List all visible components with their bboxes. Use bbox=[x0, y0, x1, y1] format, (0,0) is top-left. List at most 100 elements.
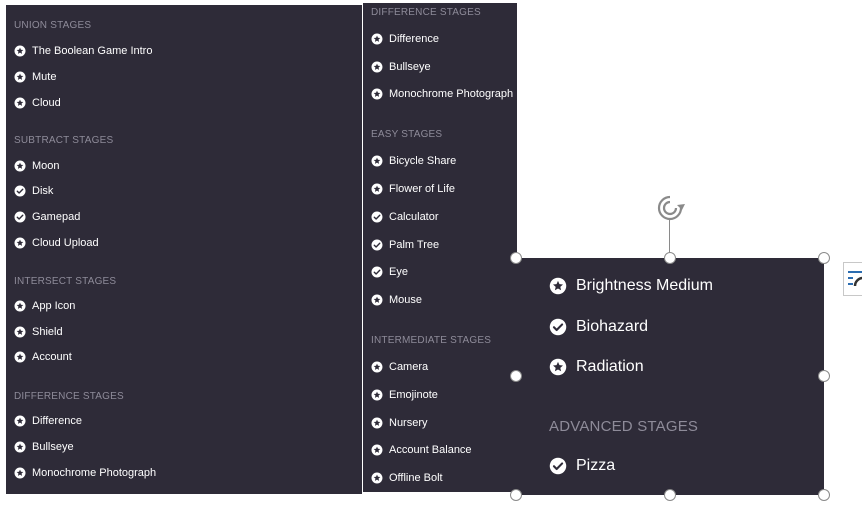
star-circle-icon bbox=[14, 300, 26, 312]
check-circle-icon bbox=[14, 185, 26, 197]
resize-handle-top-right[interactable] bbox=[818, 252, 830, 264]
stage-label: Disk bbox=[32, 185, 54, 197]
star-circle-icon bbox=[14, 326, 26, 338]
rotate-handle-icon[interactable] bbox=[655, 193, 685, 223]
resize-handle-right[interactable] bbox=[818, 370, 830, 382]
stage-label: Gamepad bbox=[32, 211, 81, 223]
star-circle-icon bbox=[371, 472, 383, 484]
stage-item[interactable]: Calculator bbox=[371, 210, 439, 224]
stage-item[interactable]: Difference bbox=[14, 414, 82, 428]
stage-label: Palm Tree bbox=[389, 239, 440, 251]
stage-item[interactable]: Radiation bbox=[549, 357, 644, 377]
star-circle-icon bbox=[371, 183, 383, 195]
star-circle-icon bbox=[371, 389, 383, 401]
layout-options-button[interactable] bbox=[843, 262, 862, 296]
stage-label: Mouse bbox=[389, 294, 423, 306]
star-circle-icon bbox=[14, 237, 26, 249]
star-circle-icon bbox=[371, 417, 383, 429]
star-circle-icon bbox=[371, 444, 383, 456]
star-circle-icon bbox=[549, 277, 567, 295]
stage-item[interactable]: Emojinote bbox=[371, 388, 438, 402]
resize-handle-bottom-right[interactable] bbox=[818, 489, 830, 501]
stage-list-panel-left: UNION STAGES The Boolean Game Intro Mute… bbox=[6, 5, 362, 494]
stage-item[interactable]: App Icon bbox=[14, 299, 75, 313]
stage-list-panel-middle: DIFFERENCE STAGES Difference Bullseye Mo… bbox=[363, 3, 517, 492]
stage-label: Monochrome Photograph bbox=[389, 88, 514, 100]
stage-label: Mute bbox=[32, 71, 57, 83]
stage-item[interactable]: Monochrome Photograph bbox=[371, 87, 513, 101]
star-circle-icon bbox=[14, 467, 26, 479]
intermediate-stages-heading: INTERMEDIATE STAGES bbox=[371, 335, 492, 346]
stage-item[interactable]: Eye bbox=[371, 265, 408, 279]
stage-item[interactable]: Difference bbox=[371, 32, 439, 46]
stage-label: Shield bbox=[32, 326, 63, 338]
stage-label: Offline Bolt bbox=[389, 472, 443, 484]
resize-handle-bottom-left[interactable] bbox=[510, 489, 522, 501]
stage-label: Emojinote bbox=[389, 389, 438, 401]
star-circle-icon bbox=[371, 361, 383, 373]
stage-label: Pizza bbox=[576, 457, 616, 474]
stage-item[interactable]: Monochrome Photograph bbox=[14, 466, 156, 480]
star-circle-icon bbox=[14, 441, 26, 453]
stage-item[interactable]: Mouse bbox=[371, 293, 422, 307]
stage-item[interactable]: Cloud bbox=[14, 96, 61, 110]
stage-label: Cloud bbox=[32, 97, 61, 109]
difference-stages-heading: DIFFERENCE STAGES bbox=[14, 391, 124, 402]
text-wrap-icon bbox=[848, 271, 862, 287]
resize-handle-bottom[interactable] bbox=[664, 489, 676, 501]
resize-handle-top[interactable] bbox=[664, 252, 676, 264]
star-circle-icon bbox=[14, 160, 26, 172]
easy-stages-heading: EASY STAGES bbox=[371, 129, 443, 140]
stage-item[interactable]: Cloud Upload bbox=[14, 236, 99, 250]
subtract-stages-heading: SUBTRACT STAGES bbox=[14, 135, 114, 146]
stage-item[interactable]: Palm Tree bbox=[371, 238, 439, 252]
check-circle-icon bbox=[549, 318, 567, 336]
stage-label: Difference bbox=[32, 415, 82, 427]
stage-label: Account Balance bbox=[389, 444, 472, 456]
stage-item[interactable]: Mute bbox=[14, 70, 56, 84]
check-circle-icon bbox=[371, 211, 383, 223]
stage-item[interactable]: Account Balance bbox=[371, 443, 472, 457]
stage-label: Eye bbox=[389, 266, 408, 278]
stage-label: Bicycle Share bbox=[389, 155, 457, 167]
stage-item[interactable]: Pizza bbox=[549, 456, 615, 476]
check-circle-icon bbox=[371, 239, 383, 251]
stage-item[interactable]: Disk bbox=[14, 184, 53, 198]
stage-label: Monochrome Photograph bbox=[32, 467, 157, 479]
check-circle-icon bbox=[14, 211, 26, 223]
star-circle-icon bbox=[549, 358, 567, 376]
stage-item[interactable]: Bicycle Share bbox=[371, 154, 456, 168]
stage-label: The Boolean Game Intro bbox=[32, 45, 153, 57]
intersect-stages-heading: INTERSECT STAGES bbox=[14, 276, 117, 287]
selected-image-panel[interactable]: Brightness Medium Biohazard Radiation AD… bbox=[517, 258, 824, 495]
star-circle-icon bbox=[371, 88, 383, 100]
stage-item[interactable]: Biohazard bbox=[549, 317, 648, 337]
stage-item[interactable]: Bullseye bbox=[371, 60, 431, 74]
stage-item[interactable]: Flower of Life bbox=[371, 182, 455, 196]
stage-item[interactable]: The Boolean Game Intro bbox=[14, 44, 152, 58]
stage-item[interactable]: Account bbox=[14, 350, 72, 364]
stage-item[interactable]: Offline Bolt bbox=[371, 471, 443, 485]
stage-item[interactable]: Brightness Medium bbox=[549, 276, 713, 296]
stage-label: App Icon bbox=[32, 300, 76, 312]
stage-label: Bullseye bbox=[389, 61, 431, 73]
star-circle-icon bbox=[371, 61, 383, 73]
star-circle-icon bbox=[14, 97, 26, 109]
check-circle-icon bbox=[371, 266, 383, 278]
advanced-stages-heading: ADVANCED STAGES bbox=[549, 418, 699, 435]
stage-item[interactable]: Moon bbox=[14, 159, 60, 173]
stage-item[interactable]: Camera bbox=[371, 360, 428, 374]
stage-item[interactable]: Gamepad bbox=[14, 210, 80, 224]
stage-label: Moon bbox=[32, 160, 60, 172]
union-stages-heading: UNION STAGES bbox=[14, 20, 92, 31]
stage-item[interactable]: Shield bbox=[14, 325, 63, 339]
stage-item[interactable]: Nursery bbox=[371, 416, 428, 430]
resize-handle-left[interactable] bbox=[510, 370, 522, 382]
stage-label: Flower of Life bbox=[389, 183, 456, 195]
star-circle-icon bbox=[371, 33, 383, 45]
star-circle-icon bbox=[14, 71, 26, 83]
stage-label: Radiation bbox=[576, 358, 644, 375]
resize-handle-top-left[interactable] bbox=[510, 252, 522, 264]
stage-item[interactable]: Bullseye bbox=[14, 440, 74, 454]
stage-label: Account bbox=[32, 351, 72, 363]
